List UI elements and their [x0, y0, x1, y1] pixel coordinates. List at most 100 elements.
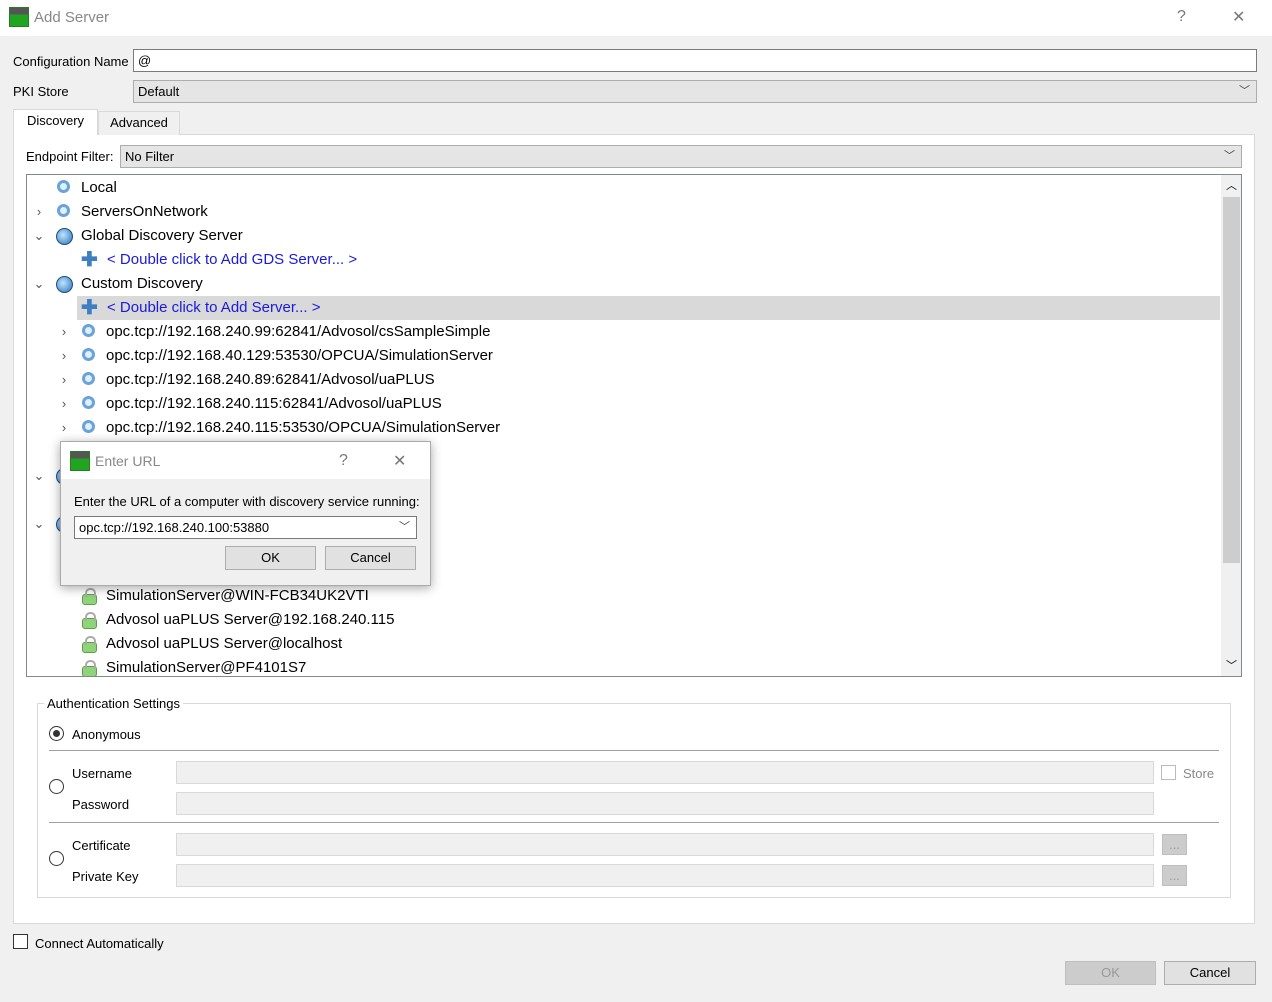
- tree-item-label: opc.tcp://192.168.240.115:62841/Advosol/…: [106, 395, 442, 412]
- chevron-down-icon: ﹀: [399, 521, 410, 533]
- endpoint-filter-select[interactable]: No Filter ﹀: [120, 145, 1242, 168]
- tree-item-label: ServersOnNetwork: [81, 203, 208, 220]
- search-icon: [82, 396, 95, 409]
- chevron-right-icon[interactable]: ›: [32, 200, 46, 224]
- connect-automatically-label: Connect Automatically: [35, 936, 164, 951]
- tree-item-url[interactable]: › opc.tcp://192.168.240.115:62841/Advosol…: [27, 392, 1220, 416]
- config-name-input[interactable]: @: [133, 49, 1257, 72]
- help-button[interactable]: ?: [1177, 8, 1186, 26]
- chevron-down-icon[interactable]: ⌄: [32, 224, 46, 248]
- chevron-down-icon[interactable]: ⌄: [32, 272, 46, 296]
- tree-item-add-server[interactable]: ✚ < Double click to Add Server... >: [77, 296, 1220, 320]
- tree-item-label: SimulationServer@WIN-FCB34UK2VTI: [106, 587, 369, 604]
- url-combobox[interactable]: opc.tcp://192.168.240.100:53880 ﹀: [74, 516, 417, 539]
- tree-item-label: Advosol uaPLUS Server@localhost: [106, 635, 343, 652]
- private-key-input[interactable]: [176, 864, 1154, 887]
- cancel-button[interactable]: Cancel: [1164, 961, 1256, 985]
- tree-item-gds[interactable]: ⌄ Global Discovery Server: [27, 224, 1220, 248]
- scroll-up-icon[interactable]: ︿: [1226, 177, 1237, 193]
- chevron-right-icon[interactable]: ›: [57, 392, 71, 416]
- search-icon: [82, 372, 95, 385]
- tree-item-label: SimulationServer@PF4101S7: [106, 659, 307, 676]
- password-input[interactable]: [176, 792, 1154, 815]
- lock-icon: [82, 636, 97, 653]
- lock-icon: [82, 588, 97, 605]
- globe-icon: [56, 276, 73, 293]
- dialog-title-bar: Enter URL ? ✕: [61, 442, 430, 479]
- server-tree[interactable]: Local › ServersOnNetwork ⌄ Global Discover…: [26, 174, 1242, 677]
- tree-item-add-gds[interactable]: ✚ < Double click to Add GDS Server... >: [27, 248, 1220, 272]
- globe-icon: [56, 228, 73, 245]
- tree-item-servers-on-network[interactable]: › ServersOnNetwork: [27, 200, 1220, 224]
- plus-icon: ✚: [81, 249, 98, 271]
- username-input[interactable]: [176, 761, 1154, 784]
- app-icon: [9, 7, 29, 27]
- chevron-right-icon[interactable]: ›: [57, 344, 71, 368]
- tree-item-server[interactable]: Advosol uaPLUS Server@localhost: [27, 632, 1220, 656]
- tree-item-url[interactable]: › opc.tcp://192.168.40.129:53530/OPCUA/Si…: [27, 344, 1220, 368]
- config-name-label: Configuration Name: [13, 54, 129, 69]
- pki-store-label: PKI Store: [13, 84, 69, 99]
- plus-icon: ✚: [81, 297, 98, 319]
- title-bar: Add Server ? ✕: [0, 0, 1272, 36]
- dialog-help-button[interactable]: ?: [339, 452, 348, 470]
- lock-icon: [82, 660, 97, 676]
- search-icon: [82, 348, 95, 361]
- vertical-scrollbar[interactable]: ︿ ﹀: [1221, 175, 1241, 676]
- pki-store-value: Default: [138, 84, 180, 99]
- certificate-input[interactable]: [176, 833, 1154, 856]
- search-icon: [82, 420, 95, 433]
- tab-advanced[interactable]: Advanced: [98, 111, 180, 135]
- tree-item-local[interactable]: Local: [27, 176, 1220, 200]
- password-label: Password: [72, 797, 130, 812]
- browse-private-key-button[interactable]: ...: [1162, 865, 1187, 886]
- search-icon: [82, 324, 95, 337]
- chevron-down-icon[interactable]: ⌄: [32, 464, 46, 488]
- tree-item-label: Local: [81, 179, 117, 196]
- store-checkbox[interactable]: [1161, 765, 1176, 780]
- tree-item-label: < Double click to Add Server... >: [107, 299, 321, 316]
- tree-item-custom-discovery[interactable]: ⌄ Custom Discovery: [27, 272, 1220, 296]
- dialog-prompt: Enter the URL of a computer with discove…: [74, 494, 420, 509]
- tree-item-url[interactable]: › opc.tcp://192.168.240.99:62841/Advosol/…: [27, 320, 1220, 344]
- auth-settings-title: Authentication Settings: [44, 696, 183, 711]
- dialog-ok-button[interactable]: OK: [225, 546, 316, 570]
- scrollbar-thumb[interactable]: [1223, 197, 1240, 563]
- private-key-label: Private Key: [72, 869, 139, 884]
- browse-certificate-button[interactable]: ...: [1162, 834, 1187, 855]
- tree-item-label: < Double click to Add GDS Server... >: [107, 251, 358, 268]
- store-label: Store: [1183, 766, 1215, 781]
- divider: [49, 750, 1219, 751]
- tree-item-label: Global Discovery Server: [81, 227, 243, 244]
- anonymous-label: Anonymous: [72, 727, 141, 742]
- dialog-cancel-button[interactable]: Cancel: [325, 546, 416, 570]
- tree-item-label: opc.tcp://192.168.240.99:62841/Advosol/c…: [106, 323, 491, 340]
- tree-item-label: opc.tcp://192.168.40.129:53530/OPCUA/Sim…: [106, 347, 493, 364]
- close-button[interactable]: ✕: [1232, 7, 1245, 27]
- connect-automatically-checkbox[interactable]: [13, 934, 28, 949]
- chevron-right-icon[interactable]: ›: [57, 368, 71, 392]
- chevron-right-icon[interactable]: ›: [57, 416, 71, 440]
- dialog-close-button[interactable]: ✕: [393, 451, 406, 471]
- tree-item-label: Custom Discovery: [81, 275, 203, 292]
- tab-discovery[interactable]: Discovery: [13, 109, 98, 135]
- divider: [49, 822, 1219, 823]
- anonymous-radio[interactable]: [49, 726, 64, 741]
- chevron-right-icon[interactable]: ›: [57, 320, 71, 344]
- username-label: Username: [72, 766, 132, 781]
- tree-item-url[interactable]: › opc.tcp://192.168.240.89:62841/Advosol/…: [27, 368, 1220, 392]
- chevron-down-icon[interactable]: ⌄: [32, 512, 46, 536]
- tree-item-server[interactable]: SimulationServer@PF4101S7: [27, 656, 1220, 676]
- certificate-label: Certificate: [72, 838, 131, 853]
- certificate-radio[interactable]: [49, 851, 64, 866]
- scroll-down-icon[interactable]: ﹀: [1226, 657, 1237, 673]
- tree-item-url[interactable]: › opc.tcp://192.168.240.115:53530/OPCUA/S…: [27, 416, 1220, 440]
- username-password-radio[interactable]: [49, 779, 64, 794]
- lock-icon: [82, 612, 97, 629]
- search-icon: [57, 180, 70, 193]
- pki-store-select[interactable]: Default ﹀: [133, 80, 1257, 103]
- tree-item-server[interactable]: SimulationServer@WIN-FCB34UK2VTI: [27, 584, 1220, 608]
- tree-item-server[interactable]: Advosol uaPLUS Server@192.168.240.115: [27, 608, 1220, 632]
- ok-button[interactable]: OK: [1065, 961, 1156, 985]
- dialog-title: Enter URL: [95, 453, 161, 469]
